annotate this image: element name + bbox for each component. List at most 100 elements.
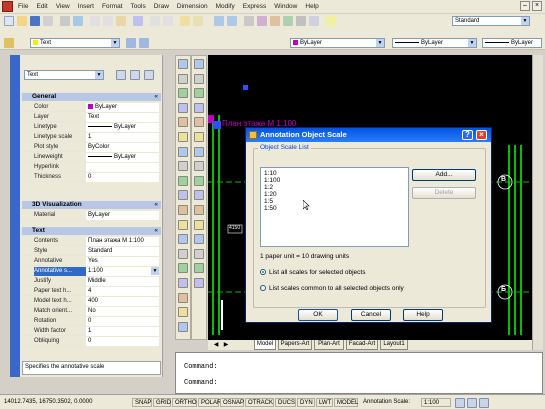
property-value[interactable]: Standard	[86, 247, 159, 256]
ok-button[interactable]: OK	[298, 309, 338, 321]
property-value[interactable]: 1	[86, 133, 159, 142]
mirror-icon[interactable]	[194, 88, 204, 99]
close-icon[interactable]: ×	[476, 130, 487, 140]
property-value[interactable]: План этажа М 1:100	[86, 237, 159, 246]
property-value[interactable]: 4	[86, 287, 159, 296]
quickcalc-icon[interactable]	[309, 16, 319, 26]
lineweight-combo[interactable]: ByLayer	[482, 38, 542, 48]
point-icon[interactable]	[178, 248, 188, 259]
section-general[interactable]: General	[22, 93, 161, 101]
property-row-text[interactable]: Contents План этажа М 1:100	[22, 237, 161, 246]
copy-icon[interactable]	[103, 16, 113, 26]
save-icon[interactable]	[30, 16, 40, 26]
join-icon[interactable]	[194, 234, 204, 245]
tab-prev-icon[interactable]: ◀	[212, 341, 220, 349]
ellipse-icon[interactable]	[178, 190, 188, 201]
markup-icon[interactable]	[296, 16, 306, 26]
property-row-text[interactable]: Width factor 1	[22, 327, 161, 336]
chevron-down-icon[interactable]: ▼	[151, 267, 159, 275]
spline-icon[interactable]	[178, 175, 188, 186]
match-properties-icon[interactable]	[133, 16, 143, 26]
cancel-button[interactable]: Cancel	[351, 309, 391, 321]
property-row-general[interactable]: Color ByLayer	[22, 103, 161, 112]
annotation-visibility-icon[interactable]	[455, 398, 465, 408]
hatch-icon[interactable]	[178, 263, 188, 274]
insert-block-icon[interactable]	[178, 219, 188, 230]
property-value[interactable]: Yes	[86, 257, 159, 266]
properties-icon[interactable]	[244, 16, 254, 26]
rotate-icon[interactable]	[194, 146, 204, 157]
zoom-icon[interactable]	[193, 16, 203, 26]
undo-icon[interactable]	[150, 16, 160, 26]
property-value[interactable]: Middle	[86, 277, 159, 286]
table-icon[interactable]	[178, 307, 188, 318]
make-current-icon[interactable]	[126, 38, 136, 48]
redo-icon[interactable]	[163, 16, 173, 26]
preview-icon[interactable]	[60, 16, 70, 26]
layer-combo[interactable]: Text ▼	[30, 38, 120, 48]
tab-layout[interactable]: Papers-Art	[278, 340, 312, 350]
open-icon[interactable]	[17, 16, 27, 26]
zoom-window-icon[interactable]	[214, 16, 224, 26]
coordinates-readout[interactable]: 14012.7435, 16750.3502, 0.0000	[2, 398, 94, 407]
copy-object-icon[interactable]	[194, 73, 204, 84]
menu-view[interactable]: View	[56, 3, 70, 10]
break-icon[interactable]	[194, 219, 204, 230]
mtext-icon[interactable]	[178, 321, 188, 332]
property-value[interactable]: ByLayer	[86, 153, 159, 162]
property-row-general[interactable]: Hyperlink	[22, 163, 161, 172]
rectangle-icon[interactable]	[178, 117, 188, 128]
trim-icon[interactable]	[194, 190, 204, 201]
property-value[interactable]: ByLayer	[86, 123, 159, 132]
extend-icon[interactable]	[194, 205, 204, 215]
menu-format[interactable]: Format	[102, 3, 123, 10]
status-toggle-osnap[interactable]: OSNAP	[220, 398, 244, 407]
status-toggle-dyn[interactable]: DYN	[297, 398, 315, 407]
property-row-text[interactable]: Annotative Yes	[22, 257, 161, 266]
property-row-general[interactable]: Plot style ByColor	[22, 143, 161, 152]
tab-layout[interactable]: Facad-Art	[346, 340, 378, 350]
scale-icon[interactable]	[194, 161, 204, 172]
pan-icon[interactable]	[180, 16, 190, 26]
minimize-icon[interactable]: –	[520, 1, 530, 11]
tool-palettes-icon[interactable]	[270, 16, 280, 26]
property-value[interactable]: 1:100 ▼	[86, 267, 159, 276]
menu-help[interactable]: Help	[305, 3, 318, 10]
polygon-icon[interactable]	[178, 102, 188, 113]
region-icon[interactable]	[178, 292, 188, 303]
command-prompt[interactable]: Command:	[184, 379, 218, 387]
property-row-text[interactable]: Paper text h... 4	[22, 287, 161, 296]
list-item[interactable]: 1:100	[264, 177, 405, 184]
property-value[interactable]: Text	[86, 113, 159, 122]
add-button[interactable]: Add...	[412, 169, 476, 181]
lock-icon[interactable]	[479, 398, 489, 408]
app-icon[interactable]	[2, 1, 13, 12]
ellipse-arc-icon[interactable]	[178, 205, 188, 215]
property-row-text[interactable]: Style Standard	[22, 247, 161, 256]
property-row-general[interactable]: Lineweight ByLayer	[22, 153, 161, 162]
close-icon[interactable]: ×	[532, 1, 542, 11]
menu-window[interactable]: Window	[274, 3, 297, 10]
section-3d-visualization[interactable]: 3D Visualization	[22, 201, 161, 209]
menu-tools[interactable]: Tools	[131, 3, 146, 10]
list-item[interactable]: 1:20	[264, 191, 405, 198]
array-icon[interactable]	[194, 117, 204, 128]
menu-express[interactable]: Express	[243, 3, 266, 10]
property-value[interactable]: ByColor	[86, 143, 159, 152]
annotation-scale-dropdown[interactable]: 1:100	[421, 398, 451, 407]
tab-layout[interactable]: Layout1	[380, 340, 408, 350]
circle-icon[interactable]	[178, 146, 188, 157]
menu-edit[interactable]: Edit	[36, 3, 47, 10]
property-row-general[interactable]: Layer Text	[22, 113, 161, 122]
tab-layout[interactable]: Plan-Art	[314, 340, 344, 350]
property-row-text[interactable]: Justify Middle	[22, 277, 161, 286]
help-icon[interactable]	[326, 16, 336, 26]
linetype-combo[interactable]: ByLayer ▼	[392, 38, 477, 48]
new-icon[interactable]	[4, 16, 14, 26]
status-toggle-grid[interactable]: GRID	[153, 398, 171, 407]
menu-insert[interactable]: Insert	[78, 3, 94, 10]
gradient-icon[interactable]	[178, 278, 188, 288]
property-value[interactable]	[86, 163, 159, 172]
status-toggle-polar[interactable]: POLAR	[198, 398, 221, 407]
property-value[interactable]: ByLayer	[86, 103, 159, 112]
